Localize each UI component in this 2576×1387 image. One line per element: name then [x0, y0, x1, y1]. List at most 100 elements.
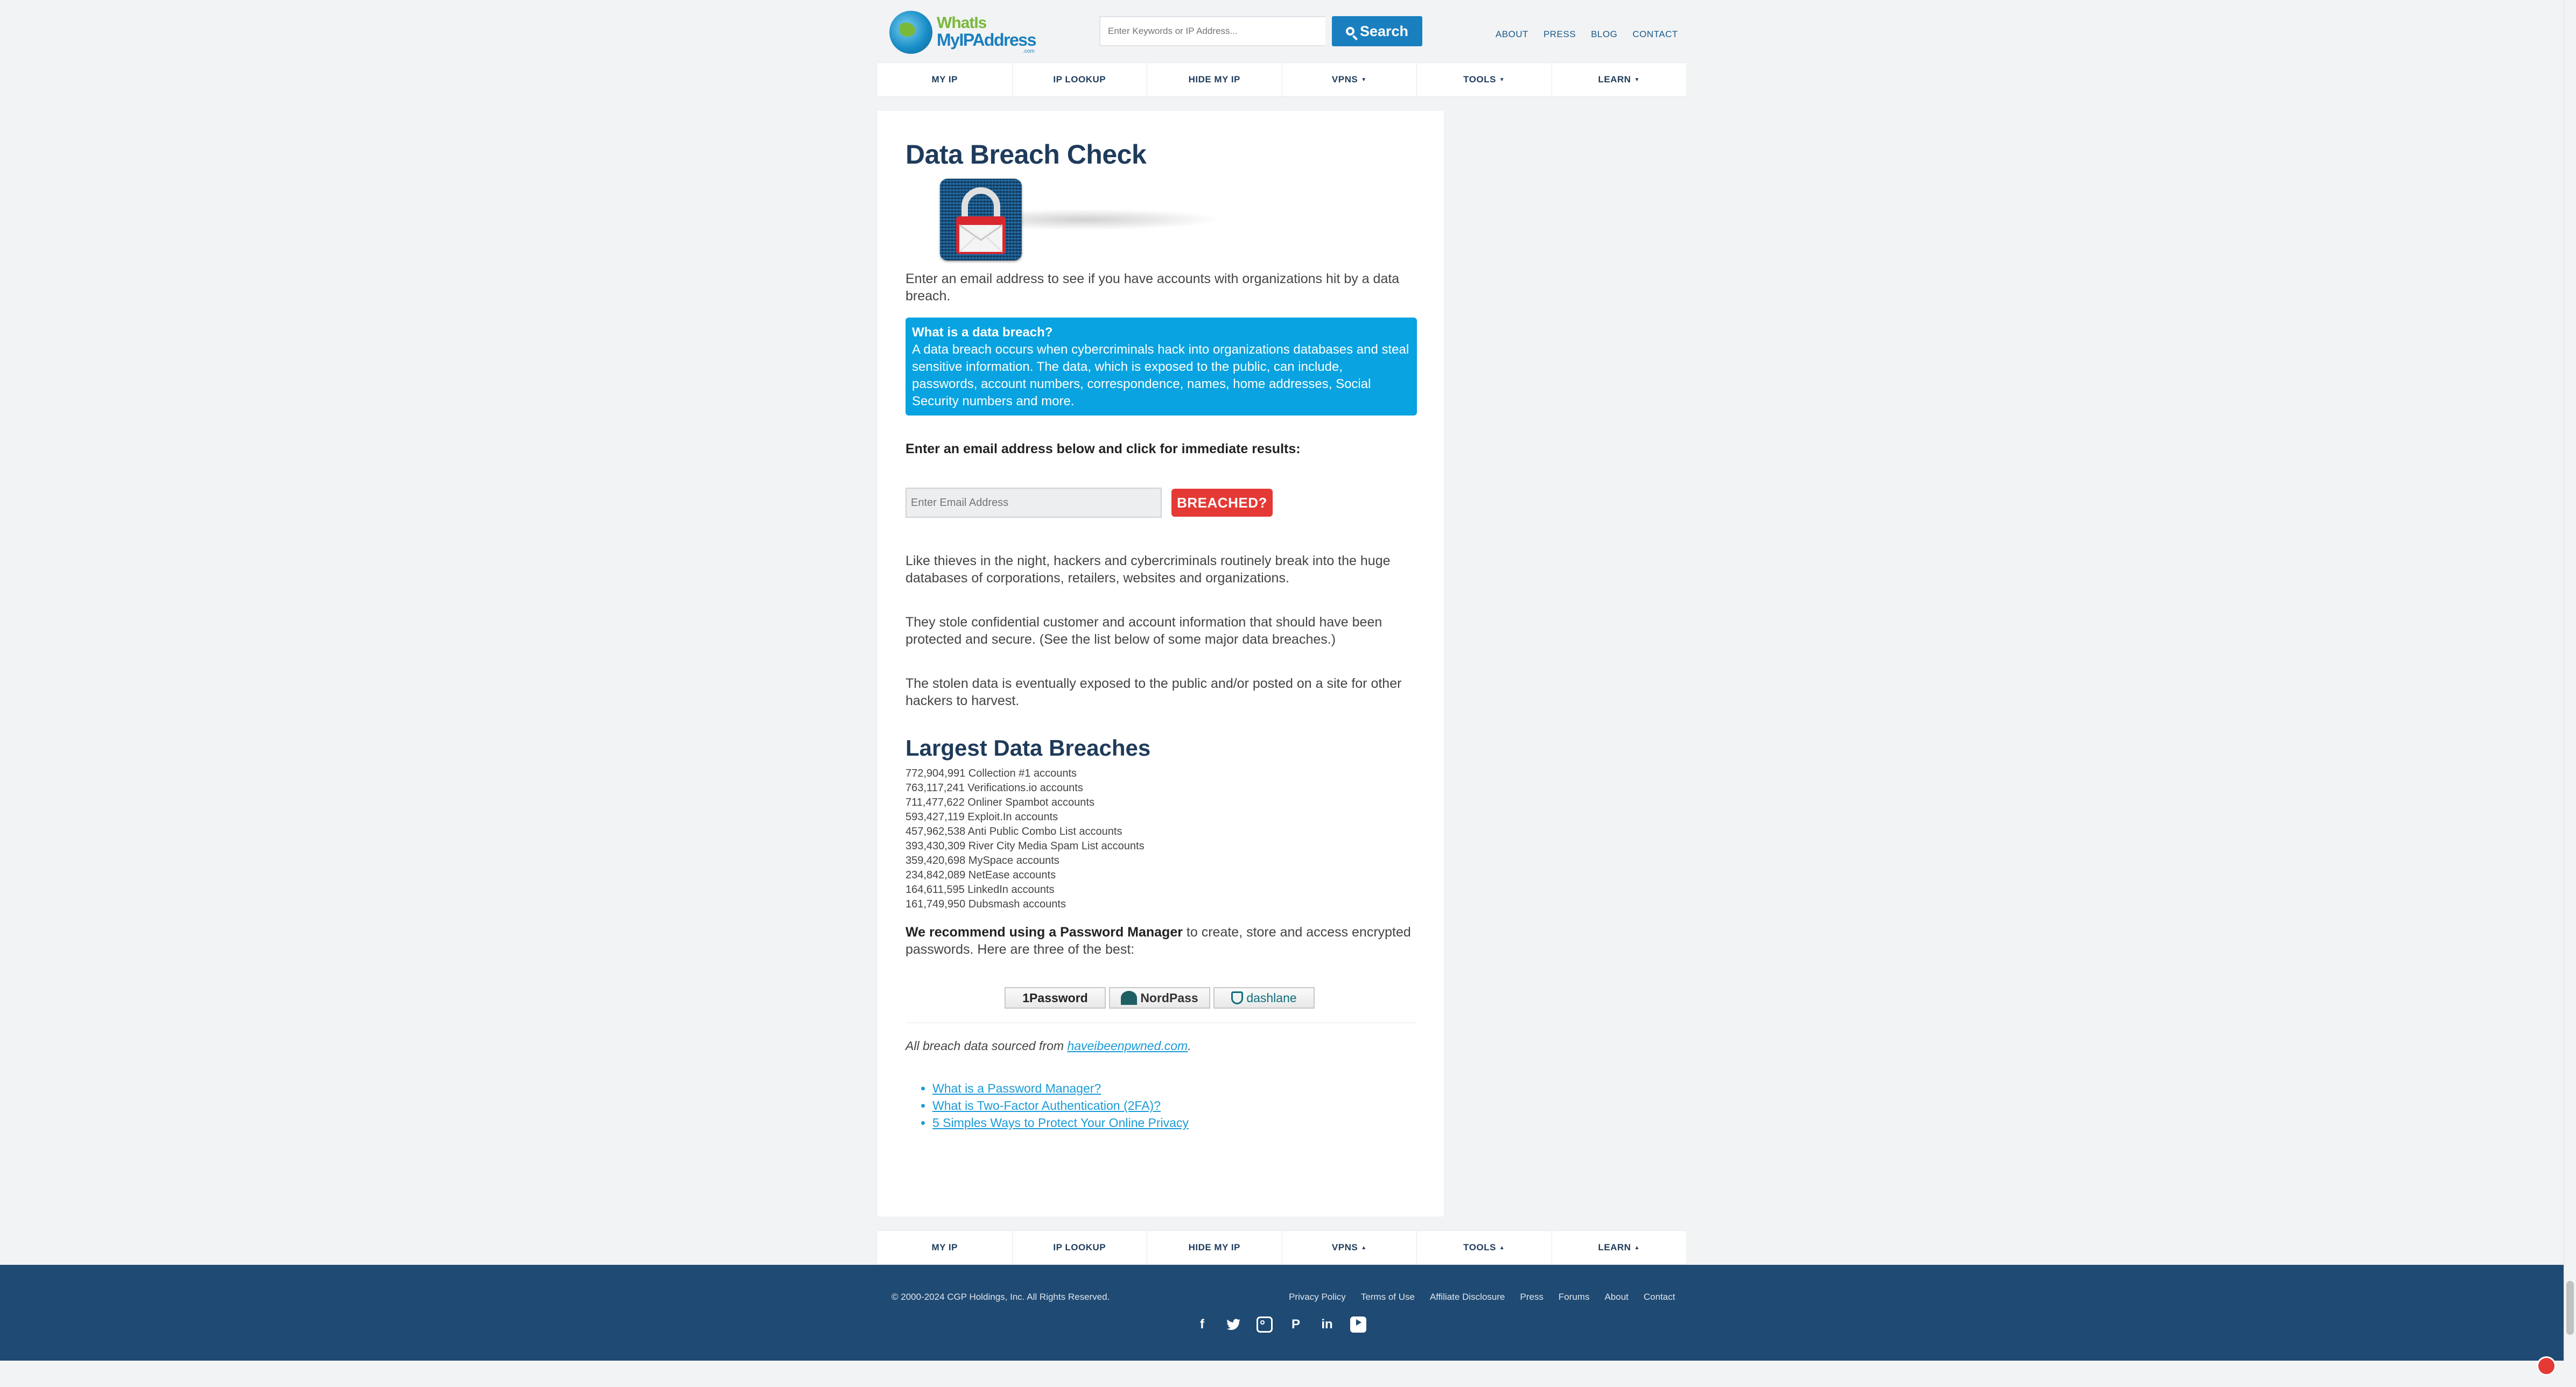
nav-label: HIDE MY IP: [1188, 1242, 1240, 1252]
footer-link-forums[interactable]: Forums: [1559, 1292, 1590, 1302]
nav-label: HIDE MY IP: [1188, 74, 1240, 85]
page-title: Data Breach Check: [906, 139, 1147, 170]
password-manager-recommendation: We recommend using a Password Manager to…: [906, 924, 1417, 958]
email-field[interactable]: [906, 488, 1162, 518]
link-two-factor-auth[interactable]: What is Two-Factor Authentication (2FA)?: [932, 1099, 1161, 1113]
twitter-icon[interactable]: [1225, 1316, 1241, 1333]
top-link-about[interactable]: ABOUT: [1496, 29, 1528, 40]
data-breach-info-box: What is a data breach? A data breach occ…: [906, 318, 1417, 416]
footer-nav-vpns[interactable]: VPNS ▲: [1282, 1231, 1417, 1264]
site-logo[interactable]: WhatIs MyIPAddress .com: [889, 11, 1036, 55]
logo-text-line3: .com: [1023, 48, 1035, 54]
link-password-manager[interactable]: What is a Password Manager?: [932, 1081, 1101, 1095]
main-content-card: Data Breach Check Enter an email address…: [878, 111, 1444, 1216]
nav-item-ip-lookup[interactable]: IP LOOKUP: [1013, 63, 1147, 96]
caret-down-icon: ▼: [1361, 76, 1367, 83]
list-item: 5 Simples Ways to Protect Your Online Pr…: [932, 1114, 1189, 1131]
email-cta-text: Enter an email address below and click f…: [906, 441, 1301, 456]
notification-bell-icon[interactable]: [2537, 1356, 2556, 1376]
nordpass-button[interactable]: NordPass: [1109, 987, 1210, 1009]
nav-item-vpns[interactable]: VPNS ▼: [1282, 63, 1417, 96]
linkedin-icon[interactable]: in: [1319, 1316, 1335, 1333]
caret-up-icon: ▲: [1361, 1244, 1367, 1251]
footer-link-press[interactable]: Press: [1520, 1292, 1543, 1302]
search-icon: [1345, 27, 1354, 36]
instagram-glyph: [1257, 1316, 1273, 1333]
nav-label: TOOLS: [1463, 1242, 1496, 1252]
logo-text-line1: WhatIs: [937, 14, 987, 32]
site-footer: © 2000-2024 CGP Holdings, Inc. All Right…: [0, 1265, 2576, 1361]
youtube-icon[interactable]: [1350, 1316, 1366, 1333]
footer-nav-hide-my-ip[interactable]: HIDE MY IP: [1147, 1231, 1282, 1264]
paragraph-stole: They stole confidential customer and acc…: [906, 615, 1382, 647]
site-header: WhatIs MyIPAddress .com Search ABOUT PRE…: [878, 0, 1686, 62]
nav-item-my-ip[interactable]: MY IP: [878, 63, 1013, 96]
breach-data-source: All breach data sourced from haveibeenpw…: [906, 1039, 1191, 1053]
related-links: What is a Password Manager? What is Two-…: [916, 1080, 1189, 1131]
search-input[interactable]: [1099, 16, 1325, 46]
breach-list: 772,904,991 Collection #1 accounts 763,1…: [906, 766, 1145, 912]
list-item: 763,117,241 Verifications.io accounts: [906, 782, 1083, 794]
top-links: ABOUT PRESS BLOG CONTACT: [1496, 29, 1678, 40]
dashlane-label: dashlane: [1246, 990, 1297, 1005]
list-item: 393,430,309 River City Media Spam List a…: [906, 840, 1145, 852]
nav-item-hide-my-ip[interactable]: HIDE MY IP: [1147, 63, 1282, 96]
dashlane-shield-icon: [1231, 991, 1244, 1004]
footer-nav-tools[interactable]: TOOLS ▲: [1417, 1231, 1552, 1264]
source-prefix: All breach data sourced from: [906, 1039, 1068, 1053]
list-item: 593,427,119 Exploit.In accounts: [906, 811, 1058, 823]
footer-nav-my-ip[interactable]: MY IP: [878, 1231, 1013, 1264]
search-button-label: Search: [1359, 23, 1409, 39]
caret-up-icon: ▲: [1499, 1244, 1505, 1251]
footer-nav-learn[interactable]: LEARN ▲: [1552, 1231, 1687, 1264]
list-item: 234,842,089 NetEase accounts: [906, 869, 1056, 881]
main-nav: MY IP IP LOOKUP HIDE MY IP VPNS ▼ TOOLS ▼ …: [878, 62, 1686, 97]
logo-text-line2: MyIPAddress: [937, 30, 1036, 50]
nav-label: LEARN: [1598, 74, 1631, 85]
scrollbar-thumb[interactable]: [2566, 1281, 2574, 1335]
top-link-blog[interactable]: BLOG: [1591, 29, 1617, 40]
instagram-icon[interactable]: [1257, 1316, 1273, 1333]
recommend-bold: We recommend using a Password Manager: [906, 925, 1183, 940]
link-protect-privacy[interactable]: 5 Simples Ways to Protect Your Online Pr…: [932, 1116, 1189, 1130]
breached-button[interactable]: BREACHED?: [1171, 489, 1273, 517]
intro-text: Enter an email address to see if you hav…: [906, 271, 1400, 304]
info-box-body: A data breach occurs when cybercriminals…: [912, 342, 1409, 409]
footer-nav: MY IP IP LOOKUP HIDE MY IP VPNS ▲ TOOLS ▲ …: [878, 1230, 1686, 1265]
source-suffix: .: [1188, 1039, 1191, 1053]
nav-label: IP LOOKUP: [1053, 74, 1106, 85]
nav-item-tools[interactable]: TOOLS ▼: [1417, 63, 1552, 96]
footer-link-contact[interactable]: Contact: [1644, 1292, 1675, 1302]
footer-nav-ip-lookup[interactable]: IP LOOKUP: [1013, 1231, 1147, 1264]
nav-label: MY IP: [931, 1242, 958, 1252]
pinterest-icon[interactable]: P: [1288, 1316, 1304, 1333]
facebook-icon[interactable]: f: [1194, 1316, 1210, 1333]
dashlane-button[interactable]: dashlane: [1213, 987, 1315, 1009]
haveibeenpwned-link[interactable]: haveibeenpwned.com: [1067, 1039, 1188, 1053]
globe-icon: [889, 11, 932, 54]
top-link-press[interactable]: PRESS: [1543, 29, 1576, 40]
caret-down-icon: ▼: [1634, 76, 1640, 83]
search-button[interactable]: Search: [1332, 16, 1422, 46]
page-scrollbar[interactable]: [2564, 0, 2576, 1361]
footer-link-about[interactable]: About: [1605, 1292, 1629, 1302]
paragraph-stolen-data: The stolen data is eventually exposed to…: [906, 676, 1402, 708]
nav-label: MY IP: [931, 74, 958, 85]
nav-label: VPNS: [1331, 1242, 1358, 1252]
nav-label: LEARN: [1598, 1242, 1631, 1252]
footer-links: Privacy Policy Terms of Use Affiliate Di…: [1289, 1292, 1675, 1302]
1password-button[interactable]: 1Password: [1005, 987, 1106, 1009]
nav-item-learn[interactable]: LEARN ▼: [1552, 63, 1687, 96]
nav-label: IP LOOKUP: [1053, 1242, 1106, 1252]
nordpass-label: NordPass: [1140, 990, 1198, 1005]
social-icons: f P in: [1194, 1316, 1366, 1333]
nordpass-icon: [1121, 991, 1138, 1005]
footer-link-terms[interactable]: Terms of Use: [1361, 1292, 1415, 1302]
footer-link-privacy[interactable]: Privacy Policy: [1289, 1292, 1346, 1302]
list-item: 772,904,991 Collection #1 accounts: [906, 768, 1077, 779]
top-link-contact[interactable]: CONTACT: [1632, 29, 1677, 40]
nav-label: TOOLS: [1463, 74, 1496, 85]
breach-hero-image: [906, 177, 1239, 264]
footer-link-affiliate[interactable]: Affiliate Disclosure: [1430, 1292, 1505, 1302]
info-box-title: What is a data breach?: [912, 325, 1053, 340]
